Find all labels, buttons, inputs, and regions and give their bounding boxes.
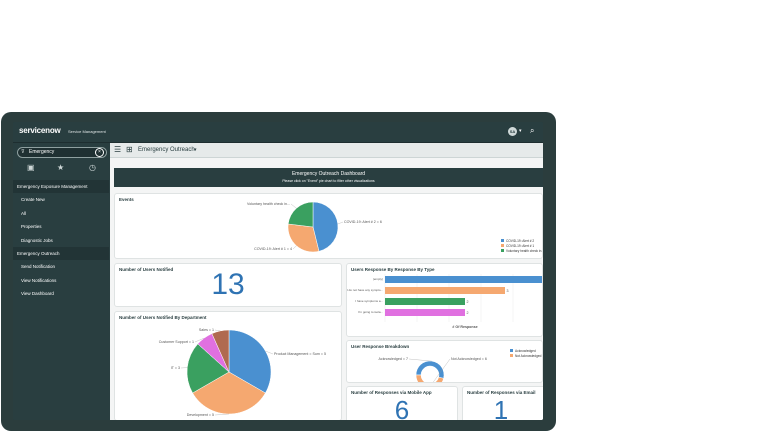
navigator-menu: Emergency Exposure Management Create New A… (13, 180, 109, 301)
favorites-star-icon[interactable]: ★ (57, 163, 64, 172)
breakdown-chart[interactable]: Acknowledged = 7 Not Acknowledged = 6 Ack… (347, 341, 543, 383)
navigator-filter-input[interactable]: ⊽ Emergency × (17, 147, 107, 158)
nav-item-send-notification[interactable]: Send Notification (13, 260, 109, 273)
nav-item-all[interactable]: All (13, 207, 109, 220)
department-card: Number of Users Notified By Department P… (114, 311, 342, 420)
nav-item-properties[interactable]: Properties (13, 220, 109, 233)
top-navbar: servicenow Service Management SA ▾ ⌕ (13, 122, 543, 143)
clear-filter-icon[interactable]: × (95, 148, 104, 157)
nav-item-view-notifications[interactable]: View Notifications (13, 274, 109, 287)
dashboard-selector[interactable]: Emergency Outreach (138, 147, 195, 153)
callout-line (290, 203, 297, 209)
servicenow-logo[interactable]: servicenow (19, 126, 61, 135)
nav-item-diagnostic-jobs[interactable]: Diagnostic Jobs (13, 234, 109, 247)
bar-category-label: I have symptoms a... (355, 299, 383, 303)
callout-label: Not Acknowledged = 6 (451, 357, 487, 361)
bar-category-label: I'm going to isola... (358, 310, 383, 314)
dashboard-header: Emergency Outreach Dashboard Please clic… (114, 168, 543, 187)
callout-line (214, 413, 230, 416)
user-menu-chevron-icon[interactable]: ▾ (519, 128, 522, 134)
hamburger-menu-icon[interactable]: ☰ (114, 145, 121, 154)
legend-label[interactable]: COVID-19: Alert # 1 (506, 244, 534, 248)
users-notified-card: Number of Users Notified 13 (114, 263, 342, 307)
nav-item-emergency-outreach[interactable]: Emergency Outreach (13, 246, 109, 261)
grid-view-icon[interactable]: ⊞ (126, 145, 133, 154)
main-content: ☰ ⊞ Emergency Outreach ▾ Emergency Outre… (110, 143, 543, 420)
response-type-chart[interactable]: (empty) I do not have any sympto... 3 I hav… (347, 264, 543, 337)
events-card: Events COVID-19: Alert # 2 = 6 COVID-19: … (114, 193, 543, 259)
bar-value-label: 3 (507, 289, 509, 293)
legend-label[interactable]: Acknowledged (515, 349, 536, 353)
callout-line (214, 329, 221, 332)
callout-line (292, 245, 297, 250)
response-type-card: Users Response By Response By Type (empt… (346, 263, 543, 337)
bar[interactable] (385, 298, 465, 305)
email-responses-card: Number of Responses via Email 1 (462, 386, 543, 420)
navigator-filter-value[interactable]: Emergency (29, 149, 54, 155)
pie-slice[interactable] (287, 201, 314, 228)
navigator-tabs: ▣ ★ ◷ (13, 161, 109, 177)
legend-swatch (501, 239, 504, 242)
callout-label: COVID-19: Alert # 1 = 4 (254, 247, 292, 251)
bar[interactable] (385, 309, 465, 316)
dashboard-tabbar: ☰ ⊞ Emergency Outreach ▾ (110, 143, 543, 158)
legend-label[interactable]: COVID-19: Alert # 2 (506, 239, 534, 243)
dashboard-selector-chevron-icon[interactable]: ▾ (194, 147, 197, 153)
legend-label[interactable]: Voluntary health check in... (506, 249, 543, 253)
legend-label[interactable]: Not Acknowledged (515, 354, 542, 358)
callout-label: IT = 3 (171, 366, 180, 370)
nav-item-create-new[interactable]: Create New (13, 193, 109, 206)
dashboard-title: Emergency Outreach Dashboard (291, 171, 366, 177)
callout-label: COVID-19: Alert # 2 = 6 (344, 220, 382, 224)
legend-swatch (510, 354, 513, 357)
department-chart[interactable]: Product Management = Sum = 5 Development … (115, 312, 342, 420)
history-clock-icon[interactable]: ◷ (89, 163, 96, 172)
nav-item-emergency-exposure-management[interactable]: Emergency Exposure Management (13, 180, 109, 194)
callout-line (337, 221, 344, 225)
callout-line (408, 358, 432, 362)
x-axis-label: # Of Response (452, 325, 477, 329)
device-frame: servicenow Service Management SA ▾ ⌕ ⊽ E… (1, 112, 556, 431)
callout-label: Acknowledged = 7 (379, 357, 408, 361)
bar-value-label: 2 (467, 311, 469, 315)
bar[interactable] (385, 276, 543, 283)
callout-label: Voluntary health check in... (247, 202, 290, 206)
nav-item-view-dashboard[interactable]: View Dashboard (13, 287, 109, 300)
user-avatar[interactable]: SA (508, 127, 517, 136)
bar-category-label: I do not have any sympto... (347, 288, 383, 292)
bar-value-label: 2 (467, 300, 469, 304)
callout-label: Development = 5 (187, 413, 214, 417)
search-icon[interactable]: ⌕ (530, 126, 534, 136)
breakdown-card: User Response Breakdown Acknowledged = 7… (346, 340, 543, 383)
users-notified-value[interactable]: 13 (115, 268, 341, 302)
product-name: Service Management (68, 129, 106, 134)
mobile-responses-value[interactable]: 6 (347, 395, 457, 420)
callout-label: Sales = 1 (199, 328, 214, 332)
events-chart[interactable]: COVID-19: Alert # 2 = 6 COVID-19: Alert #… (115, 194, 543, 259)
application-navigator: ⊽ Emergency × ▣ ★ ◷ Emergency Exposure M… (13, 143, 109, 420)
bar[interactable] (385, 287, 505, 294)
bar-category-label: (empty) (373, 277, 383, 281)
legend-swatch (501, 249, 504, 252)
legend-swatch (501, 244, 504, 247)
callout-label: Product Management = Sum = 5 (274, 352, 326, 356)
app-screen: servicenow Service Management SA ▾ ⌕ ⊽ E… (13, 122, 543, 420)
legend-swatch (510, 349, 513, 352)
mobile-responses-card: Number of Responses via Mobile App 6 (346, 386, 458, 420)
dashboard-subtitle: Please click on "Event" pie chart to fil… (282, 179, 375, 183)
all-apps-icon[interactable]: ▣ (27, 163, 35, 172)
email-responses-value[interactable]: 1 (463, 395, 543, 420)
callout-label: Customer Support = 1 (159, 340, 194, 344)
filter-icon: ⊽ (21, 149, 25, 155)
